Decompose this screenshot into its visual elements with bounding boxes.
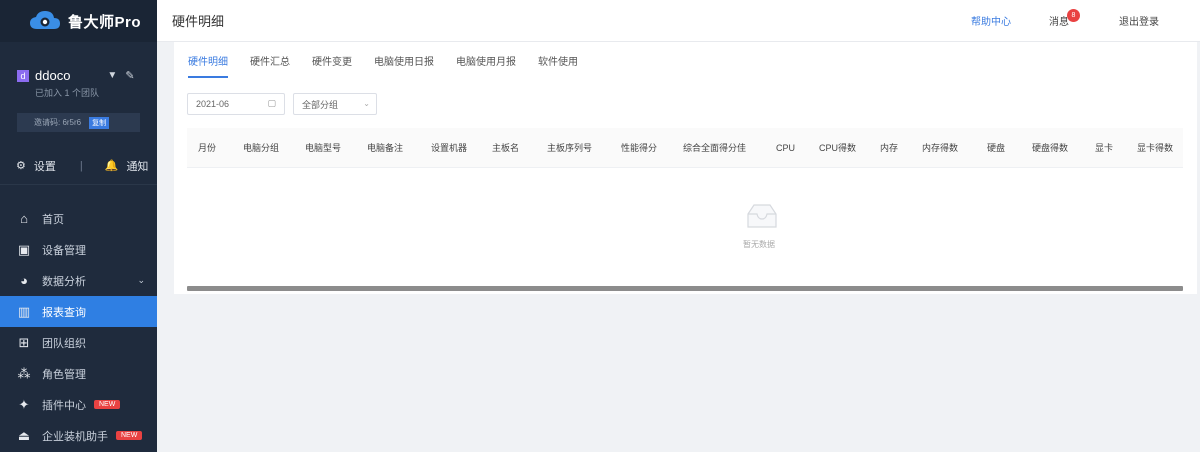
bell-icon: 🔔	[104, 160, 119, 172]
report-panel: 硬件明细 硬件汇总 硬件变更 电脑使用日报 电脑使用月报 软件使用 2021-0…	[174, 42, 1197, 294]
sidebar-item-home[interactable]: ⌂ 首页	[0, 203, 157, 234]
column-header: 性能得分	[621, 143, 658, 153]
month-picker[interactable]: 2021-06 ▢	[187, 93, 285, 115]
invite-code-label: 邀请码: 6r5r6	[34, 118, 82, 127]
tab-hardware-summary[interactable]: 硬件汇总	[250, 42, 290, 78]
messages-link[interactable]: 消息	[1049, 13, 1069, 28]
empty-text: 暂无数据	[743, 240, 775, 249]
cloud-logo-icon	[30, 11, 60, 29]
sidebar: 鲁大师Pro d ddoco ▼ ✎ 已加入 1 个团队 邀请码: 6r5r6 …	[0, 0, 157, 452]
sidebar-item-analytics[interactable]: ◕ 数据分析 ⌄	[0, 265, 157, 296]
divider: |	[79, 159, 83, 172]
caret-down-icon[interactable]: ▼	[107, 70, 117, 81]
sidebar-item-label: 设备管理	[42, 244, 86, 257]
page-title: 硬件明细	[172, 14, 225, 29]
top-header: 硬件明细 帮助中心 消息 8 退出登录	[157, 0, 1200, 42]
column-header: 硬盘得数	[1032, 143, 1069, 153]
invite-code: 邀请码: 6r5r6 复制	[17, 113, 140, 132]
sidebar-item-label: 插件中心	[42, 399, 86, 412]
assist-icon: ⏏	[17, 427, 31, 443]
sidebar-item-label: 报表查询	[42, 306, 86, 319]
user-name: ddoco	[35, 68, 71, 83]
chevron-down-icon: ⌄	[137, 275, 145, 285]
column-header: CPU	[776, 143, 796, 153]
sidebar-item-reports[interactable]: ▥ 报表查询	[0, 296, 157, 327]
edit-icon[interactable]: ✎	[125, 69, 134, 82]
user-block: d ddoco ▼ ✎ 已加入 1 个团队 邀请码: 6r5r6 复制	[0, 42, 157, 147]
month-value: 2021-06	[196, 99, 230, 109]
empty-inbox-icon	[747, 204, 777, 228]
tab-hardware-detail[interactable]: 硬件明细	[188, 42, 228, 78]
sidebar-item-label: 首页	[42, 213, 64, 226]
tab-software-usage[interactable]: 软件使用	[538, 42, 578, 78]
sidebar-item-plugins[interactable]: ✦ 插件中心 NEW	[0, 389, 157, 420]
filters: 2021-06 ▢ 全部分组 ⌄	[187, 93, 377, 115]
horizontal-scrollbar[interactable]	[187, 286, 1183, 291]
notify-link[interactable]: 通知	[126, 158, 148, 174]
app-logo[interactable]: 鲁大师Pro	[0, 0, 157, 42]
avatar: d	[17, 69, 29, 82]
devices-icon: ▣	[17, 241, 31, 257]
group-value: 全部分组	[302, 99, 339, 110]
column-header: 月份	[198, 143, 217, 153]
column-header: 硬盘	[987, 143, 1006, 153]
new-badge: NEW	[116, 431, 143, 440]
chevron-down-icon: ⌄	[363, 99, 370, 108]
org-icon: ⊞	[18, 334, 30, 350]
column-header: 内存	[880, 143, 899, 153]
column-header: 显卡得数	[1137, 143, 1174, 153]
settings-link[interactable]: 设置	[34, 158, 56, 174]
report-icon: ▥	[17, 303, 31, 319]
tab-hardware-change[interactable]: 硬件变更	[312, 42, 352, 78]
sidebar-item-roles[interactable]: ⁂ 角色管理	[0, 358, 157, 389]
group-select[interactable]: 全部分组 ⌄	[293, 93, 377, 115]
help-link[interactable]: 帮助中心	[971, 13, 1011, 28]
main-content: 硬件明细 硬件汇总 硬件变更 电脑使用日报 电脑使用月报 软件使用 2021-0…	[157, 42, 1200, 452]
column-header: 主板名	[492, 143, 520, 153]
new-badge: NEW	[94, 400, 121, 409]
sidebar-item-assistant[interactable]: ⏏ 企业装机助手 NEW	[0, 420, 157, 451]
calendar-icon: ▢	[267, 98, 276, 108]
empty-state: 暂无数据	[187, 168, 1183, 284]
column-header: 内存得数	[922, 143, 959, 153]
user-subtitle: 已加入 1 个团队	[35, 88, 100, 98]
column-header: 主板序列号	[547, 143, 593, 153]
message-count-badge: 8	[1067, 9, 1080, 22]
column-header: 电脑分组	[243, 143, 280, 153]
sidebar-item-org[interactable]: ⊞ 团队组织	[0, 327, 157, 358]
app-name: 鲁大师Pro	[68, 13, 142, 31]
report-tabs: 硬件明细 硬件汇总 硬件变更 电脑使用日报 电脑使用月报 软件使用	[188, 42, 600, 78]
sidebar-item-label: 团队组织	[42, 337, 86, 350]
column-header: 电脑备注	[367, 143, 404, 153]
pie-icon: ◕	[20, 273, 28, 288]
column-header: 综合全面得分佳	[683, 143, 747, 153]
tab-monthly-usage[interactable]: 电脑使用月报	[456, 42, 516, 78]
plugin-icon: ✦	[18, 396, 30, 412]
settings-icon: ⚙	[16, 160, 26, 172]
sidebar-item-label: 数据分析	[42, 275, 86, 288]
copy-code-button[interactable]: 复制	[89, 116, 110, 129]
column-header: 显卡	[1095, 143, 1114, 153]
quick-actions: ⚙ 设置 | 🔔 通知	[0, 147, 157, 185]
column-header: 设置机器	[431, 143, 468, 153]
roles-icon: ⁂	[17, 365, 31, 381]
column-header: 电脑型号	[305, 143, 342, 153]
sidebar-item-label: 角色管理	[42, 368, 86, 381]
home-icon: ⌂	[20, 211, 28, 226]
sidebar-item-devices[interactable]: ▣ 设备管理	[0, 234, 157, 265]
sidebar-menu: ⌂ 首页 ▣ 设备管理 ◕ 数据分析 ⌄ ▥ 报表查询 ⊞ 团队组织 ⁂ 角色管…	[0, 203, 157, 451]
table-header: 月份 电脑分组 电脑型号 电脑备注 设置机器 主板名 主板序列号 性能得分 综合…	[187, 128, 1183, 168]
logout-link[interactable]: 退出登录	[1119, 13, 1159, 28]
column-header: CPU得数	[819, 143, 857, 153]
sidebar-item-label: 企业装机助手	[42, 430, 108, 443]
tab-daily-usage[interactable]: 电脑使用日报	[374, 42, 434, 78]
